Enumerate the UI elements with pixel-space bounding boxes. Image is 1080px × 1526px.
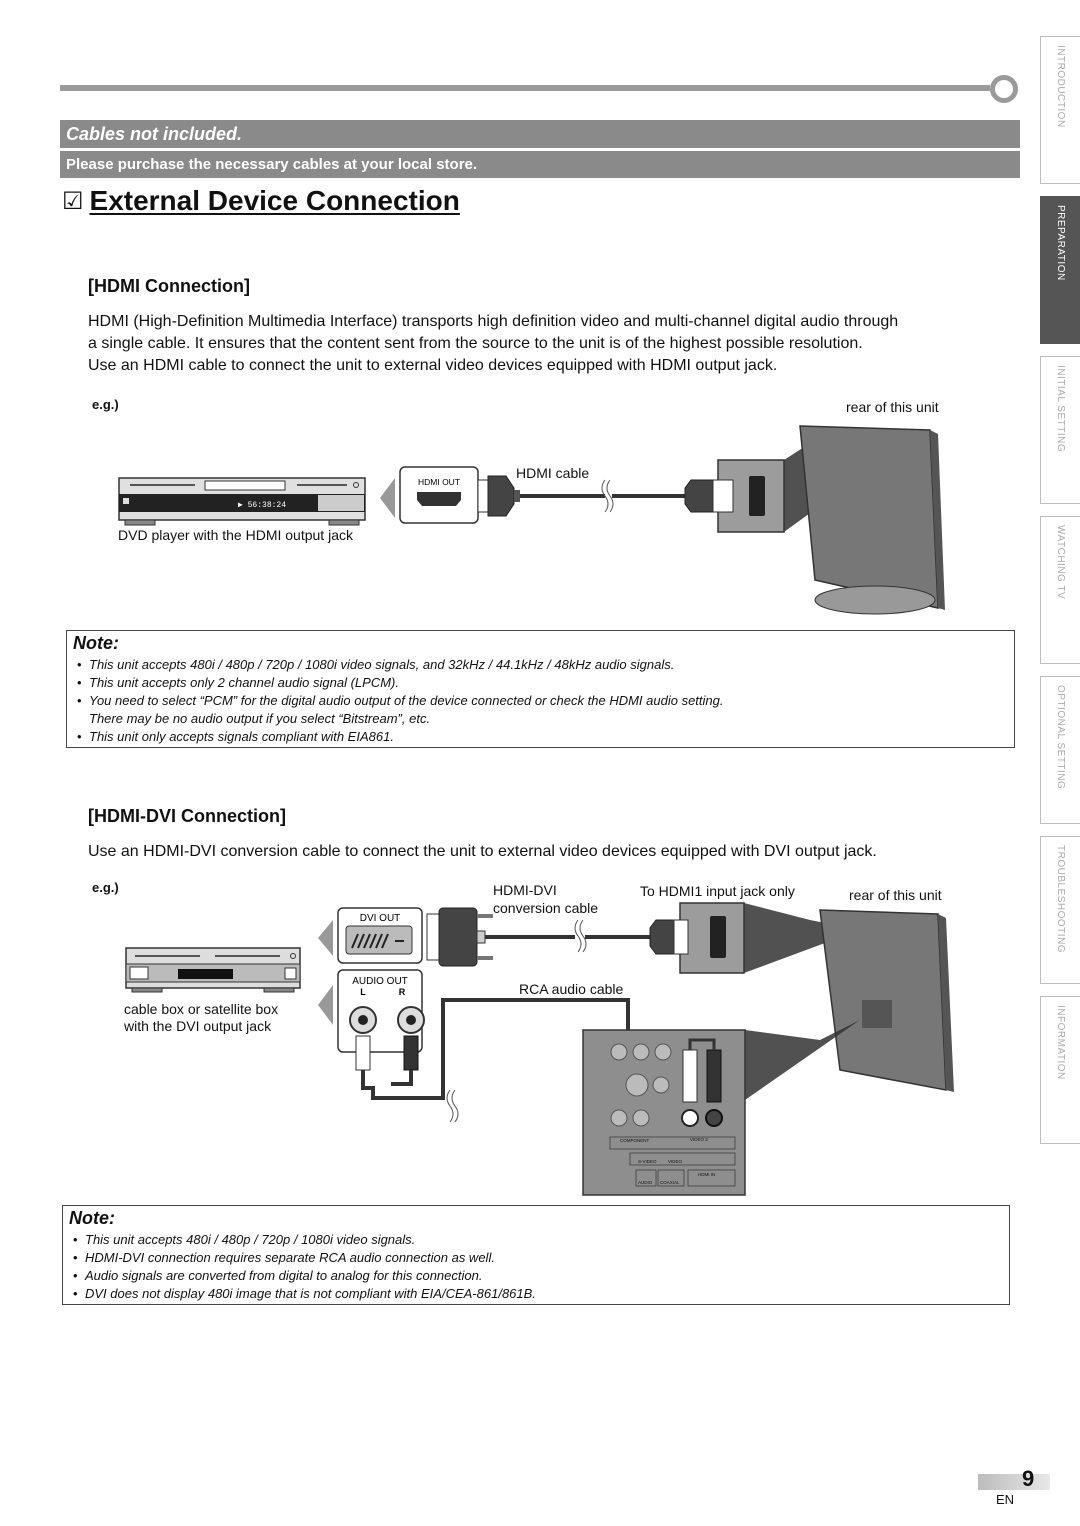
hdmi-connection-diagram: ▶ 56:38:24 HDMI OUT xyxy=(115,420,945,620)
hdmi-port-icon xyxy=(417,492,461,506)
cables-not-included-banner: Cables not included. xyxy=(60,120,1020,148)
checkbox-icon: ☑ xyxy=(62,187,84,215)
hdmi-dvi-eg-label: e.g.) xyxy=(92,880,119,895)
note-text: There may be no audio output if you sele… xyxy=(89,711,431,726)
note-text: This unit accepts only 2 channel audio s… xyxy=(89,675,399,690)
sidebar-tab-optional-setting[interactable]: OPTIONAL SETTING xyxy=(1040,676,1080,824)
sidebar-tab-initial-setting[interactable]: INITIAL SETTING xyxy=(1040,356,1080,504)
dvd-display: ▶ 56:38:24 xyxy=(238,501,286,510)
top-rule-circle xyxy=(990,75,1018,103)
hdmi-dvi-connection-heading: [HDMI-DVI Connection] xyxy=(88,806,286,826)
hdmi-dvi-cable-label-1: HDMI-DVI xyxy=(493,882,557,898)
sidebar-tab-troubleshooting[interactable]: TROUBLESHOOTING xyxy=(1040,836,1080,984)
note-item: Audio signals are converted from digital… xyxy=(73,1267,1009,1285)
hdmi-connection-heading: [HDMI Connection] xyxy=(88,276,250,296)
arrow-left-icon xyxy=(318,920,333,956)
tab-label: TROUBLESHOOTING xyxy=(1055,845,1066,954)
hdmi-note-box: Note: This unit accepts 480i / 480p / 72… xyxy=(66,630,1015,748)
tv-rear-illustration xyxy=(799,425,939,609)
hdmi-description: HDMI (High-Definition Multimedia Interfa… xyxy=(88,311,1018,377)
dvi-out-label: DVI OUT xyxy=(360,913,401,924)
sidebar-tab-watching-tv[interactable]: WATCHING TV xyxy=(1040,516,1080,664)
audio-out-label: AUDIO OUT xyxy=(352,976,408,987)
tab-label: INITIAL SETTING xyxy=(1055,365,1066,453)
hdmi-description-line: a single cable. It ensures that the cont… xyxy=(88,335,863,352)
hdmi-note-title: Note: xyxy=(73,633,119,653)
hdmi-dvi-note-box: Note: This unit accepts 480i / 480p / 72… xyxy=(62,1205,1010,1305)
language-label: EN xyxy=(996,1492,1015,1507)
hdmi-dvi-note-title: Note: xyxy=(69,1208,115,1228)
hdmi-dvi-description: Use an HDMI-DVI conversion cable to conn… xyxy=(88,843,877,860)
note-item: DVI does not display 480i image that is … xyxy=(73,1285,1009,1303)
note-item: This unit accepts 480i / 480p / 720p / 1… xyxy=(77,656,1014,674)
hdmi-note-list: This unit accepts 480i / 480p / 720p / 1… xyxy=(67,656,1014,746)
note-text: This unit only accepts signals compliant… xyxy=(89,729,394,744)
note-item: This unit accepts only 2 channel audio s… xyxy=(77,674,1014,692)
top-rule xyxy=(60,85,990,91)
arrow-left-icon xyxy=(318,985,333,1025)
panel-label: HDMI IN xyxy=(698,1172,715,1177)
page-title-text: External Device Connection xyxy=(89,185,460,216)
sidebar-tab-introduction[interactable]: INTRODUCTION xyxy=(1040,36,1080,184)
page-number: 9 xyxy=(1022,1466,1035,1491)
hdmi-out-port-label: HDMI OUT xyxy=(418,477,460,487)
panel-label: AUDIO xyxy=(638,1180,653,1185)
panel-label: VIDEO xyxy=(668,1159,683,1164)
hdmi-rear-label: rear of this unit xyxy=(846,399,939,415)
panel-label: S-VIDEO xyxy=(638,1159,657,1164)
purchase-cables-banner: Please purchase the necessary cables at … xyxy=(60,151,1020,178)
tab-label: OPTIONAL SETTING xyxy=(1055,685,1066,790)
page-number-bar xyxy=(978,1474,1050,1490)
hdmi-dvi-diagram-svg: DVI OUT AUDIO OUT L R COMPONENT VIDEO 2 … xyxy=(125,902,954,1196)
hdmi-eg-label: e.g.) xyxy=(92,397,119,412)
audio-l-label: L xyxy=(360,987,366,997)
hdmi-description-line: HDMI (High-Definition Multimedia Interfa… xyxy=(88,313,899,330)
note-text: This unit accepts 480i / 480p / 720p / 1… xyxy=(89,657,675,672)
note-item: HDMI-DVI connection requires separate RC… xyxy=(73,1249,1009,1267)
note-text: You need to select “PCM” for the digital… xyxy=(89,693,724,708)
sidebar-tab-preparation[interactable]: PREPARATION xyxy=(1040,196,1080,344)
page-title: ☑ External Device Connection xyxy=(62,185,460,217)
hdmi1-input-label: To HDMI1 input jack only xyxy=(640,883,795,899)
tab-label: PREPARATION xyxy=(1055,205,1066,281)
tab-label: WATCHING TV xyxy=(1055,525,1066,600)
panel-label: COMPONENT xyxy=(620,1138,650,1143)
panel-label: VIDEO 2 xyxy=(690,1137,708,1142)
cable-box-illustration xyxy=(125,947,301,993)
tab-label: INTRODUCTION xyxy=(1055,45,1066,128)
panel-label: COAXIAL xyxy=(660,1180,680,1185)
hdmi-description-line: Use an HDMI cable to connect the unit to… xyxy=(88,357,778,374)
hdmi-dvi-note-list: This unit accepts 480i / 480p / 720p / 1… xyxy=(63,1231,1009,1303)
note-item: You need to select “PCM” for the digital… xyxy=(77,692,1014,728)
tab-label: INFORMATION xyxy=(1055,1005,1066,1080)
arrow-left-icon xyxy=(380,478,395,518)
note-item: This unit only accepts signals compliant… xyxy=(77,728,1014,746)
note-item: This unit accepts 480i / 480p / 720p / 1… xyxy=(73,1231,1009,1249)
hdmi-dvi-connection-diagram: DVI OUT AUDIO OUT L R COMPONENT VIDEO 2 … xyxy=(120,900,960,1200)
hdmi-diagram-svg: ▶ 56:38:24 HDMI OUT xyxy=(118,425,945,615)
sidebar-tab-information[interactable]: INFORMATION xyxy=(1040,996,1080,1144)
audio-r-label: R xyxy=(399,987,406,997)
